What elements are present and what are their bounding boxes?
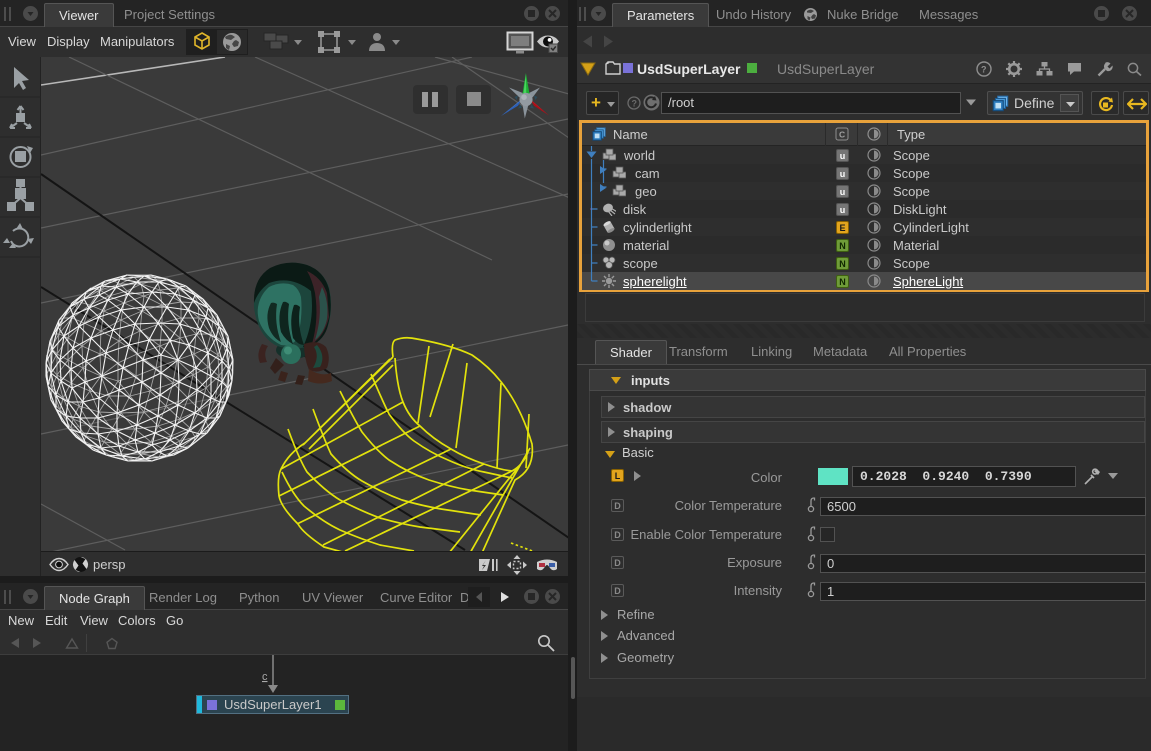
svg-text:?: ? [981,65,987,75]
svg-text:c: c [262,671,268,683]
svg-text:?: ? [632,99,638,109]
svg-text:C: C [839,130,845,140]
